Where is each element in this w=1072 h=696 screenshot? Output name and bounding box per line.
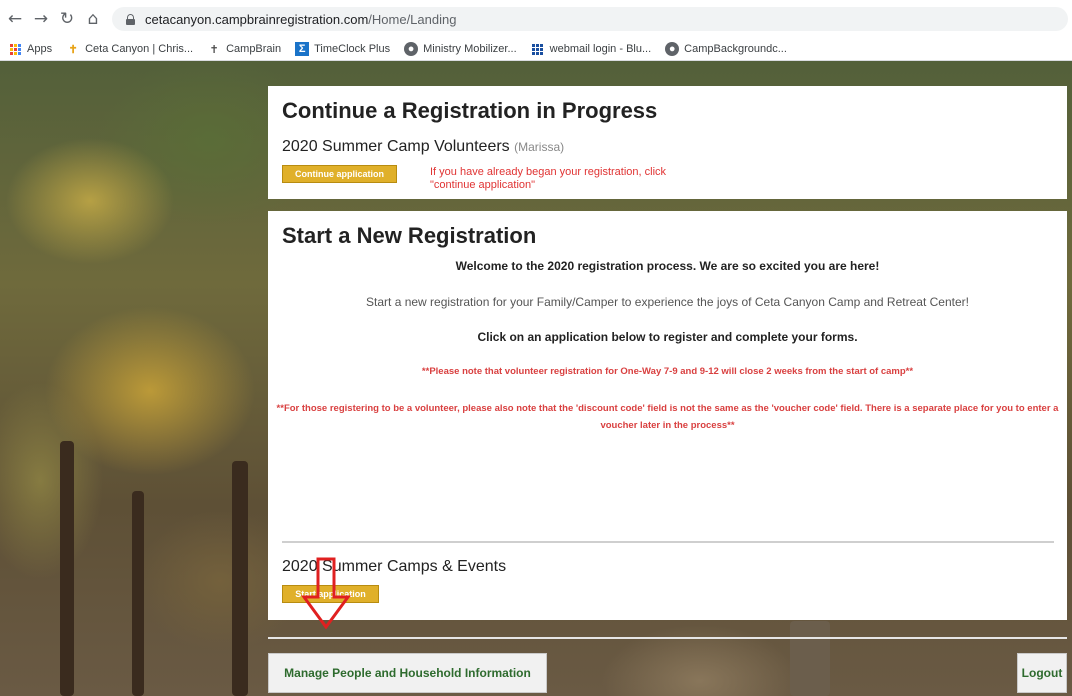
manage-people-button[interactable]: Manage People and Household Information <box>268 653 547 693</box>
campbrain-icon: ✝ <box>209 43 219 56</box>
bookmark-campbrain[interactable]: ✝ CampBrain <box>207 42 281 56</box>
bookmark-label: Ceta Canyon | Chris... <box>85 43 194 55</box>
bookmark-campbackground[interactable]: ● CampBackgroundc... <box>665 42 787 56</box>
lock-icon <box>126 13 135 25</box>
bookmark-label: webmail login - Blu... <box>549 43 652 55</box>
browser-toolbar: ← → ↻ ⌂ cetacanyon.campbrainregistration… <box>0 0 1072 38</box>
bookmark-label: Apps <box>27 43 53 55</box>
url-text: cetacanyon.campbrainregistration.com/Hom… <box>145 12 456 27</box>
start-new-text: Start a new registration for your Family… <box>366 295 969 309</box>
tree-trunk <box>232 461 248 696</box>
volunteer-note: **Please note that volunteer registratio… <box>421 366 914 377</box>
grid-icon <box>531 42 545 56</box>
tree-trunk <box>132 491 144 696</box>
bookmark-timeclock[interactable]: Σ TimeClock Plus <box>295 42 390 56</box>
continue-application-button[interactable]: Continue application <box>282 165 397 183</box>
annotation-line-2: "continue application" <box>430 179 536 191</box>
globe-icon: ● <box>665 42 680 56</box>
annotation-line-1: If you have already began your registrat… <box>430 166 667 178</box>
reload-icon[interactable]: ↻ <box>56 8 78 30</box>
registration-name: 2020 Summer Camp Volunteers (Marissa) <box>282 138 564 156</box>
bookmark-label: TimeClock Plus <box>314 43 391 55</box>
url-domain: cetacanyon.campbrainregistration.com <box>145 11 369 27</box>
new-registration-heading: Start a New Registration <box>282 223 537 248</box>
globe-icon: ● <box>404 42 419 56</box>
registration-title: 2020 Summer Camp Volunteers <box>282 138 510 155</box>
logout-button[interactable]: Logout <box>1017 653 1067 693</box>
home-icon[interactable]: ⌂ <box>82 8 104 30</box>
apps-grid-icon <box>8 42 22 56</box>
bookmark-ministry-mobilizer[interactable]: ● Ministry Mobilizer... <box>404 42 517 56</box>
down-arrow-icon <box>301 557 351 629</box>
cross-icon: ✝ <box>68 43 78 56</box>
continue-heading: Continue a Registration in Progress <box>282 98 658 123</box>
registration-person: (Marissa) <box>514 140 565 154</box>
bookmark-label: CampBrain <box>226 43 282 55</box>
bookmark-apps[interactable]: Apps <box>8 42 52 56</box>
continue-registration-panel: Continue a Registration in Progress 2020… <box>268 86 1067 199</box>
url-path: /Home/Landing <box>368 11 457 27</box>
bookmark-label: CampBackgroundc... <box>684 43 787 55</box>
divider <box>282 541 1054 543</box>
address-bar[interactable]: cetacanyon.campbrainregistration.com/Hom… <box>112 7 1068 31</box>
bookmark-webmail[interactable]: webmail login - Blu... <box>531 42 652 56</box>
annotation-text: If you have already began your registrat… <box>430 166 720 192</box>
forward-arrow-icon[interactable]: → <box>30 8 52 30</box>
page-background: Continue a Registration in Progress 2020… <box>0 61 1072 696</box>
click-instruction: Click on an application below to registe… <box>477 330 858 344</box>
bookmarks-bar: Apps ✝ Ceta Canyon | Chris... ✝ CampBrai… <box>0 38 1072 61</box>
tree-trunk <box>60 441 74 696</box>
footer-divider <box>268 637 1067 639</box>
bookmark-ceta-canyon[interactable]: ✝ Ceta Canyon | Chris... <box>66 42 193 56</box>
tree-trunk <box>790 621 830 696</box>
bookmark-label: Ministry Mobilizer... <box>423 43 517 55</box>
welcome-text: Welcome to the 2020 registration process… <box>455 259 880 273</box>
back-arrow-icon[interactable]: ← <box>4 8 26 30</box>
new-registration-panel: Start a New Registration Welcome to the … <box>268 211 1067 620</box>
discount-code-note: **For those registering to be a voluntee… <box>276 403 1059 431</box>
timeclock-icon: Σ <box>295 42 310 56</box>
